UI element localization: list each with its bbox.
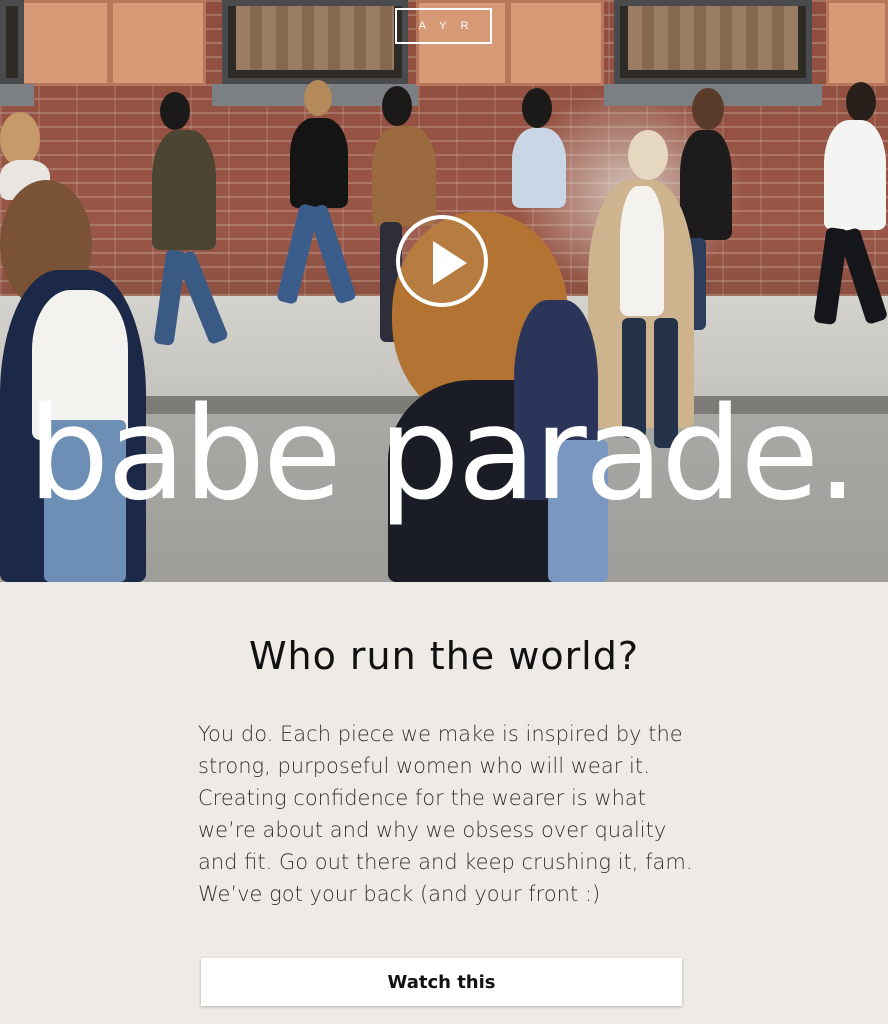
section-body: You do. Each piece we make is inspired b… — [198, 722, 693, 906]
section-title: Who run the world? — [248, 634, 640, 678]
shutter — [508, 0, 604, 86]
hero-headline: babe parade. — [28, 380, 858, 529]
play-triangle-icon — [433, 241, 467, 285]
shutter — [14, 0, 110, 86]
hero-video[interactable]: AYR babe parade. — [0, 0, 888, 582]
window — [222, 0, 408, 84]
window — [614, 0, 812, 84]
shutter — [826, 0, 888, 86]
shutter — [110, 0, 206, 86]
window — [0, 0, 24, 84]
watch-this-button[interactable]: Watch this — [201, 958, 682, 1006]
play-circle-icon[interactable] — [396, 215, 488, 307]
intro-section: Who run the world? You do. Each piece we… — [0, 582, 888, 1024]
brand-logo[interactable]: AYR — [395, 8, 492, 44]
window-sill — [0, 84, 34, 106]
